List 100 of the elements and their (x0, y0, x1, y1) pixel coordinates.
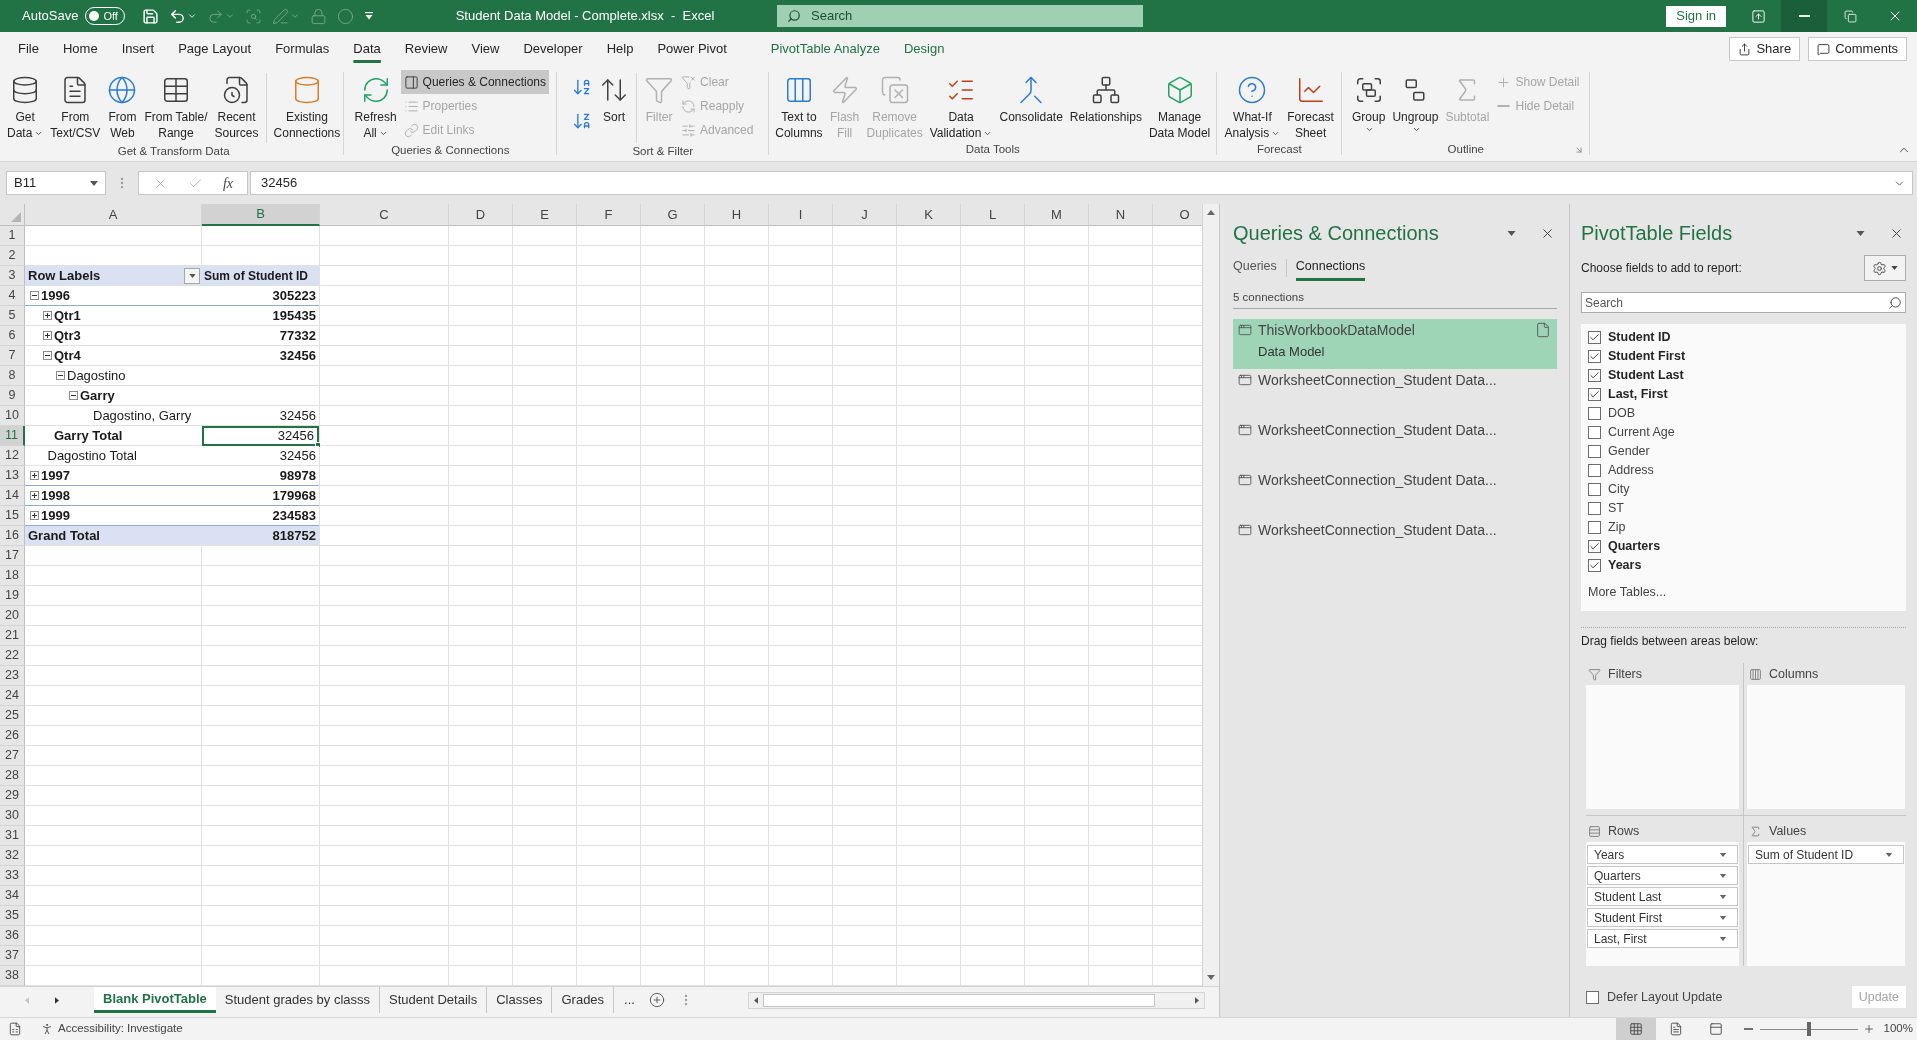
checkbox[interactable] (1588, 388, 1601, 401)
column-header[interactable]: L (961, 204, 1025, 226)
ribbon-tab[interactable]: Formulas (263, 36, 342, 62)
filter-dropdown-button[interactable] (184, 267, 200, 284)
row-header[interactable]: 7 (0, 346, 25, 366)
ribbon-button[interactable]: Manage Data Model (1145, 69, 1214, 141)
slider-thumb[interactable] (1806, 1022, 1811, 1036)
pane-tab[interactable]: Queries (1233, 255, 1277, 281)
ribbon-tab[interactable]: Developer (511, 36, 595, 62)
ribbon-button[interactable]: Consolidate (996, 69, 1066, 125)
ribbon-tab[interactable]: PivotTable Analyze (758, 36, 892, 62)
ribbon-tab[interactable]: File (6, 36, 51, 62)
row-header[interactable]: 15 (0, 506, 25, 526)
table-cell[interactable]: 32456 (202, 426, 319, 446)
checkbox[interactable] (1588, 369, 1601, 382)
ribbon-button[interactable]: Existing Connections (270, 69, 344, 141)
row-header[interactable]: 23 (0, 666, 25, 686)
field-label[interactable]: Student ID (1608, 328, 1671, 347)
ribbon-button[interactable]: Refresh All (351, 69, 400, 141)
checkbox[interactable] (1588, 426, 1601, 439)
drop-area[interactable]: Years Quarters Student Last Student First Last, First (1586, 842, 1739, 966)
row-header[interactable]: 1 (0, 226, 25, 246)
settings-button[interactable] (1864, 255, 1906, 281)
ribbon-button[interactable]: From Text/CSV (47, 69, 104, 141)
sheet-tab[interactable]: Blank PivotTable (94, 987, 216, 1013)
column-header[interactable]: F (577, 204, 641, 226)
ribbon-button[interactable]: Group (1349, 69, 1389, 134)
row-header[interactable]: 37 (0, 946, 25, 966)
column-header[interactable]: I (769, 204, 833, 226)
row-header[interactable]: 9 (0, 386, 25, 406)
ribbon-tab[interactable]: Power Pivot (645, 36, 739, 62)
column-header[interactable]: J (833, 204, 897, 226)
connection-item[interactable]: WorksheetConnection_Student Data... (1233, 419, 1557, 469)
row-header[interactable]: 38 (0, 966, 25, 986)
more-tables-link[interactable]: More Tables... (1588, 583, 1667, 602)
connection-item[interactable]: WorksheetConnection_Student Data... (1233, 519, 1557, 569)
column-header[interactable]: H (705, 204, 769, 226)
ribbon-button[interactable]: Sort (596, 69, 633, 125)
column-header[interactable]: O (1153, 204, 1202, 226)
checkbox[interactable] (1588, 540, 1601, 553)
connection-item[interactable]: WorksheetConnection_Student Data... (1233, 469, 1557, 519)
row-header[interactable]: 28 (0, 766, 25, 786)
ribbon-tab[interactable]: Page Layout (166, 36, 264, 62)
ribbon-tab[interactable]: Help (594, 36, 646, 62)
document-icon[interactable] (1535, 322, 1551, 338)
search-input[interactable]: Search (811, 6, 1133, 26)
field-label[interactable]: ST (1608, 499, 1624, 518)
ribbon-tab[interactable]: View (459, 36, 512, 62)
area-field-button[interactable]: Student Last (1587, 887, 1738, 906)
field-label[interactable]: City (1608, 480, 1630, 499)
ribbon-small-button[interactable]: Queries & Connections (400, 70, 549, 94)
table-cell[interactable]: 818752 (202, 526, 319, 546)
spreadsheet-icon[interactable] (8, 1022, 22, 1036)
ribbon-tab[interactable]: Design (891, 36, 957, 62)
vertical-scrollbar[interactable] (1202, 204, 1219, 986)
checkbox[interactable] (1586, 990, 1599, 1004)
table-cell[interactable]: Row Labels (25, 266, 202, 286)
search-field[interactable]: Search (1581, 292, 1906, 313)
field-label[interactable]: Student First (1608, 347, 1686, 366)
ribbon-button[interactable]: Forecast Sheet (1284, 69, 1337, 141)
table-cell[interactable]: Sum of Student ID (202, 266, 319, 286)
ribbon-tab[interactable]: Insert (109, 36, 167, 62)
minus-box-icon[interactable] (43, 351, 52, 360)
row-header[interactable]: 6 (0, 326, 25, 346)
checkbox[interactable] (1588, 464, 1601, 477)
column-header[interactable]: B (202, 204, 320, 226)
field-label[interactable]: Student Last (1608, 366, 1684, 385)
row-header[interactable]: 20 (0, 606, 25, 626)
column-header[interactable]: M (1025, 204, 1089, 226)
row-header[interactable]: 2 (0, 246, 25, 266)
connection-item[interactable]: ThisWorkbookDataModel Data Model (1233, 319, 1557, 369)
ribbon-tab[interactable]: Data (341, 36, 393, 62)
column-header[interactable]: K (897, 204, 961, 226)
column-header[interactable]: N (1089, 204, 1153, 226)
minus-box-icon[interactable] (69, 391, 78, 400)
row-header[interactable]: 5 (0, 306, 25, 326)
ribbon-tab[interactable]: Review (392, 36, 460, 62)
row-header[interactable]: 8 (0, 366, 25, 386)
field-label[interactable]: Gender (1608, 442, 1650, 461)
plus-box-icon[interactable] (43, 331, 52, 340)
search-field[interactable]: Search (777, 5, 1143, 27)
view-button[interactable] (1615, 1018, 1656, 1040)
column-header[interactable]: C (320, 204, 449, 226)
row-header[interactable]: 12 (0, 446, 25, 466)
name-box[interactable]: B11 (6, 171, 106, 195)
sheet-tab[interactable]: Student Details (380, 987, 488, 1013)
plus-box-icon[interactable] (43, 311, 52, 320)
ribbon-button[interactable]: Recent Sources (211, 69, 262, 141)
field-label[interactable]: Current Age (1608, 423, 1675, 442)
row-header[interactable]: 33 (0, 866, 25, 886)
horizontal-scrollbar[interactable] (748, 992, 1205, 1009)
area-field-button[interactable]: Quarters (1587, 866, 1738, 885)
row-header[interactable]: 4 (0, 286, 25, 306)
scrollbar-thumb[interactable] (763, 994, 1155, 1007)
column-header[interactable]: G (641, 204, 705, 226)
column-header[interactable]: D (449, 204, 513, 226)
checkbox[interactable] (1588, 350, 1601, 363)
row-header[interactable]: 24 (0, 686, 25, 706)
checkbox[interactable] (1588, 445, 1601, 458)
area-field-button[interactable]: Sum of Student ID (1748, 845, 1904, 864)
